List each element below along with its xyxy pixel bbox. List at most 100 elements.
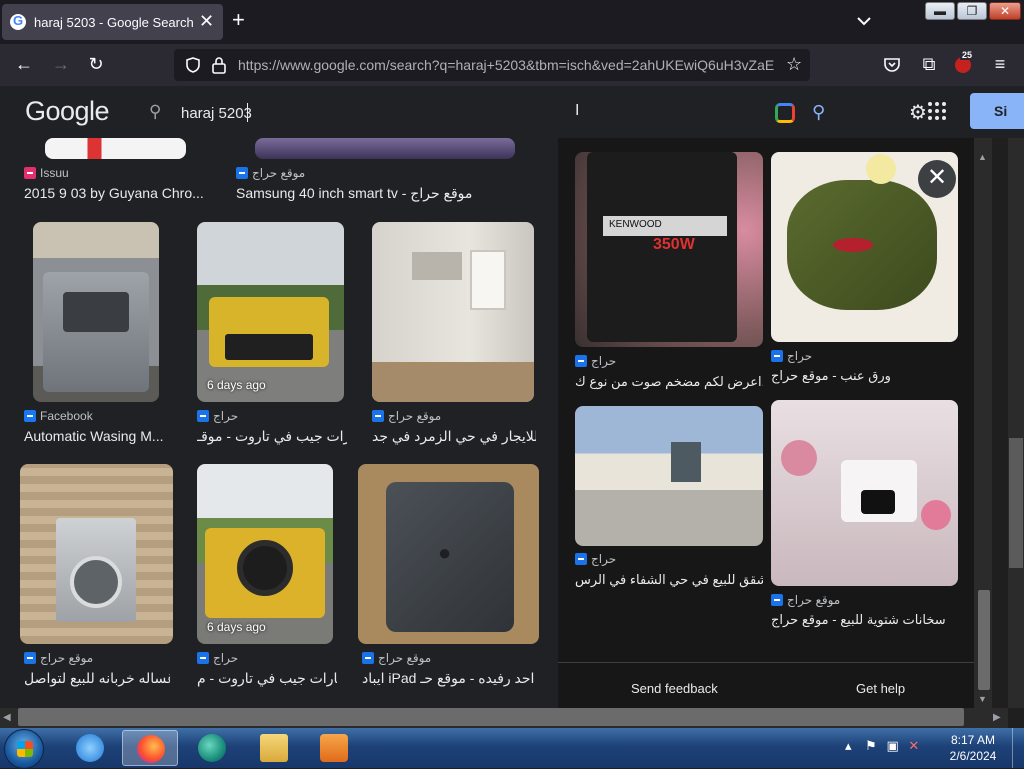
extensions-puzzle-icon[interactable]: ⧉ [918, 53, 940, 75]
list-tabs-chevron-icon[interactable] [855, 12, 873, 30]
tab-title: haraj 5203 - Google Search [34, 15, 194, 30]
scroll-right-arrow-icon[interactable]: ▶ [993, 712, 1001, 723]
window-close-button[interactable]: ✕ [989, 2, 1021, 20]
panel-item-source[interactable]: حراج [575, 552, 616, 566]
result-thumbnail[interactable]: 6 days ago [197, 222, 344, 402]
panel-item-caption[interactable]: سخانات شتوية للبيع - موقع حراج [771, 612, 958, 628]
taskbar-file-explorer[interactable] [246, 730, 302, 766]
result-source[interactable]: موقع حراج [362, 651, 431, 665]
panel-item-caption[interactable]: شقق للبيع في حي الشفاء في الرس - ... [575, 572, 763, 588]
search-submit-icon[interactable]: ⚲ [812, 102, 825, 123]
result-caption[interactable]: فل للايجار في حي الزمرد في جد... [372, 428, 536, 445]
google-logo[interactable]: Google [25, 96, 110, 127]
panel-item-source[interactable]: حراج [771, 349, 812, 363]
window-minimize-button[interactable]: ▬ [925, 2, 955, 20]
result-caption[interactable]: سيارات جيب في تاروت - م... [197, 670, 337, 687]
haraj-icon [575, 553, 587, 565]
panel-image-apartment-roof[interactable] [575, 406, 763, 546]
text-caret [247, 103, 248, 122]
scroll-up-arrow-icon[interactable]: ▲ [978, 152, 987, 162]
haraj-icon [771, 594, 783, 606]
result-thumbnail[interactable] [20, 464, 173, 644]
panel-item-source[interactable]: موقع حراج [771, 593, 840, 607]
clock-date: 2/6/2024 [949, 749, 997, 763]
result-source[interactable]: حراج [197, 651, 238, 665]
system-clock[interactable]: 8:17 AM 2/6/2024 [945, 732, 1001, 764]
taskbar-media-player[interactable] [306, 730, 362, 766]
result-caption[interactable]: غساله خربانه للبيع لتواصل - ... [24, 670, 170, 687]
google-lens-icon[interactable] [775, 103, 795, 123]
panel-image-heater[interactable] [771, 400, 958, 586]
panel-scrollbar-thumb[interactable] [978, 590, 990, 690]
taskbar-edge[interactable] [184, 730, 240, 766]
result-caption[interactable]: ايباد iPad في احد رفيده - موقع حـ... [362, 670, 538, 687]
start-button[interactable] [4, 729, 44, 769]
result-thumbnail[interactable] [372, 222, 534, 402]
address-bar[interactable]: https://www.google.com/search?q=haraj+52… [174, 49, 810, 81]
reload-icon[interactable]: ↻ [85, 53, 107, 75]
panel-item-caption[interactable]: ورق عنب - موقع حراج [771, 368, 958, 384]
volume-muted-icon[interactable]: ✕ [908, 738, 919, 753]
action-center-flag-icon[interactable]: ⚑ [865, 738, 877, 753]
sign-in-button[interactable]: Si [970, 93, 1024, 129]
result-thumbnail[interactable]: 6 days ago [197, 464, 333, 644]
tab-close-icon[interactable]: ✕ [199, 12, 214, 30]
folder-icon [260, 734, 288, 762]
result-source[interactable]: موقع حراج [372, 409, 441, 423]
url-text[interactable]: https://www.google.com/search?q=haraj+52… [238, 57, 774, 73]
panel-image-amplifier[interactable]: KENWOOD 350W [575, 152, 763, 347]
google-apps-icon[interactable] [928, 102, 946, 120]
page-scrollbar[interactable] [1008, 138, 1024, 708]
panel-item-caption[interactable]: اعرض لكم مضخم صوت من نوع ك... [575, 374, 763, 390]
shield-icon[interactable] [184, 56, 202, 74]
send-feedback-link[interactable]: Send feedback [631, 681, 718, 696]
apple-logo-icon: ● [438, 540, 452, 565]
forward-arrow-icon[interactable]: → [50, 53, 72, 75]
page-scrollbar-thumb[interactable] [1009, 438, 1023, 568]
result-source[interactable]: موقع حراج [24, 651, 93, 665]
result-caption[interactable]: Automatic Wasing M... [24, 428, 170, 444]
pocket-icon[interactable] [882, 55, 902, 75]
result-source[interactable]: موقع حراج [236, 166, 305, 180]
window-restore-button[interactable]: ❐ [957, 2, 987, 20]
result-thumbnail[interactable] [45, 138, 186, 159]
back-arrow-icon[interactable]: ← [13, 53, 35, 75]
network-icon[interactable]: ▣ [886, 738, 898, 753]
image-side-panel: KENWOOD 350W حراج اعرض لكم مضخم صوت من ن… [558, 138, 974, 708]
age-badge: 6 days ago [207, 620, 266, 634]
result-source[interactable]: حراج [197, 409, 238, 423]
result-thumbnail[interactable] [255, 138, 515, 159]
scroll-left-arrow-icon[interactable]: ◀ [3, 712, 11, 723]
show-desktop-button[interactable] [1012, 728, 1024, 768]
result-source[interactable]: Facebook [24, 409, 93, 423]
panel-item-source[interactable]: حراج [575, 354, 616, 368]
haraj-icon [771, 350, 783, 362]
result-caption[interactable]: Samsung 40 inch smart tv - موقع حراج [236, 185, 486, 202]
search-input[interactable]: haraj 5203 [181, 105, 252, 122]
firefox-icon [137, 735, 165, 763]
search-box[interactable]: ⚲ haraj 5203 I ⚲ [135, 90, 851, 136]
get-help-link[interactable]: Get help [856, 681, 905, 696]
clock-time: 8:17 AM [950, 733, 996, 747]
close-panel-button[interactable]: ✕ [918, 160, 956, 198]
result-caption[interactable]: سيارات جيب في تاروت - موقـ... [197, 428, 347, 445]
haraj-icon [236, 167, 248, 179]
scroll-down-arrow-icon[interactable]: ▼ [978, 694, 987, 704]
navigation-toolbar: ← → ↻ https://www.google.com/search?q=ha… [0, 44, 1024, 86]
result-thumbnail[interactable] [33, 222, 159, 402]
taskbar-internet-explorer[interactable] [62, 730, 118, 766]
settings-gear-icon[interactable]: ⚙ [909, 100, 927, 125]
lock-icon[interactable] [211, 56, 227, 74]
result-source[interactable]: Issuu [24, 166, 69, 180]
menu-hamburger-icon[interactable]: ≡ [989, 53, 1011, 75]
new-tab-icon[interactable]: + [232, 8, 245, 32]
result-caption[interactable]: 2015 9 03 by Guyana Chro... [24, 185, 204, 201]
browser-tab[interactable]: haraj 5203 - Google Search ✕ [2, 4, 223, 40]
horizontal-scrollbar-thumb[interactable] [18, 708, 964, 726]
result-thumbnail[interactable]: ● [358, 464, 539, 644]
show-hidden-icons-icon[interactable]: ▴ [845, 738, 852, 753]
taskbar-firefox[interactable] [122, 730, 178, 766]
amp-brand-label: KENWOOD [603, 216, 727, 236]
bookmark-star-icon[interactable]: ☆ [786, 54, 802, 75]
haraj-icon [372, 410, 384, 422]
